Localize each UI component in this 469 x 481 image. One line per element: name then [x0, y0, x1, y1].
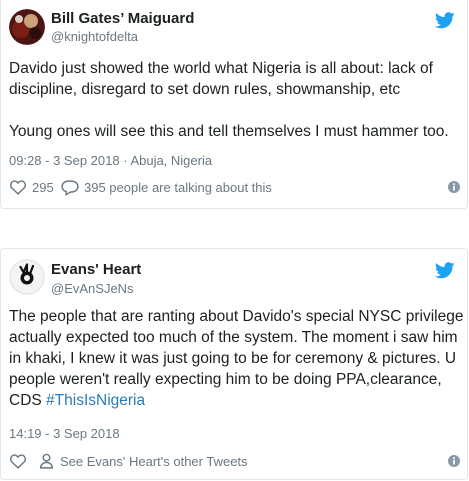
twitter-bird-icon[interactable]: [434, 12, 455, 29]
author-name[interactable]: Bill Gates’ Maiguard: [51, 10, 194, 27]
profile-link[interactable]: See Evans' Heart's other Tweets: [39, 451, 248, 471]
heart-icon: [9, 180, 27, 195]
info-icon[interactable]: [447, 454, 461, 468]
tweet-card-2: Evans' Heart @EvAnSJeNs The people that …: [0, 248, 468, 480]
like-button[interactable]: [9, 451, 27, 471]
like-count: 295: [32, 179, 54, 195]
reply-text: 395 people are talking about this: [84, 179, 272, 195]
avatar[interactable]: [9, 259, 45, 295]
author-name[interactable]: Evans' Heart: [51, 261, 141, 278]
hashtag-link[interactable]: #ThisIsNigeria: [46, 392, 145, 409]
tweet-actions: 295 395 people are talking about this: [9, 177, 461, 197]
avatar[interactable]: [9, 9, 45, 45]
meta-separator: ·: [119, 153, 131, 168]
person-icon: [39, 453, 54, 469]
author-handle[interactable]: @EvAnSJeNs: [51, 281, 134, 296]
heart-icon: [9, 454, 27, 469]
tweet-actions: See Evans' Heart's other Tweets: [9, 451, 461, 471]
tweet-paragraph: Davido just showed the world what Nigeri…: [9, 60, 433, 98]
profile-link-text: See Evans' Heart's other Tweets: [60, 453, 248, 469]
author-handle[interactable]: @knightofdelta: [51, 29, 138, 44]
speech-bubble-icon: [61, 179, 79, 196]
tweet-text: The people that are ranting about Davido…: [9, 306, 467, 411]
tweet-text: Davido just showed the world what Nigeri…: [9, 58, 467, 142]
location[interactable]: Abuja, Nigeria: [130, 153, 212, 168]
tweet-card-1: Bill Gates’ Maiguard @knightofdelta Davi…: [0, 0, 468, 209]
timestamp[interactable]: 09:28 - 3 Sep 2018: [9, 153, 120, 168]
tweet-meta: 09:28 - 3 Sep 2018 · Abuja, Nigeria: [9, 153, 212, 168]
twitter-bird-icon[interactable]: [434, 262, 455, 279]
timestamp[interactable]: 14:19 - 3 Sep 2018: [9, 426, 120, 441]
reply-button[interactable]: 395 people are talking about this: [61, 177, 272, 197]
like-button[interactable]: 295: [9, 177, 54, 197]
tweet-paragraph: Young ones will see this and tell themse…: [9, 123, 449, 140]
info-icon[interactable]: [447, 180, 461, 194]
